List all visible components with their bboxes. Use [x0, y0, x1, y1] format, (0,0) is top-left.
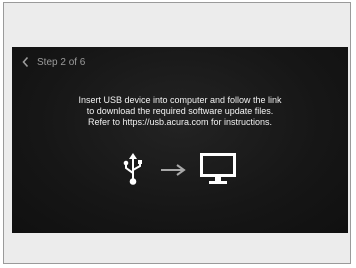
figure-frame: Step 2 of 6 Insert USB device into compu…	[3, 2, 351, 264]
usb-icon	[122, 153, 144, 190]
instruction-message: Insert USB device into computer and foll…	[22, 95, 338, 128]
step-header: Step 2 of 6	[22, 55, 85, 69]
arrow-right-icon	[160, 163, 186, 181]
instruction-line-1: Insert USB device into computer and foll…	[78, 95, 282, 105]
instruction-line-3: Refer to https://usb.acura.com for instr…	[87, 117, 273, 127]
step-label: Step 2 of 6	[37, 56, 86, 68]
computer-monitor-icon	[200, 153, 236, 190]
usb-to-computer-illustration	[12, 149, 348, 189]
display-screen: Step 2 of 6 Insert USB device into compu…	[12, 47, 348, 233]
instruction-line-2: to download the required software update…	[86, 106, 274, 116]
chevron-left-icon[interactable]	[22, 56, 29, 68]
